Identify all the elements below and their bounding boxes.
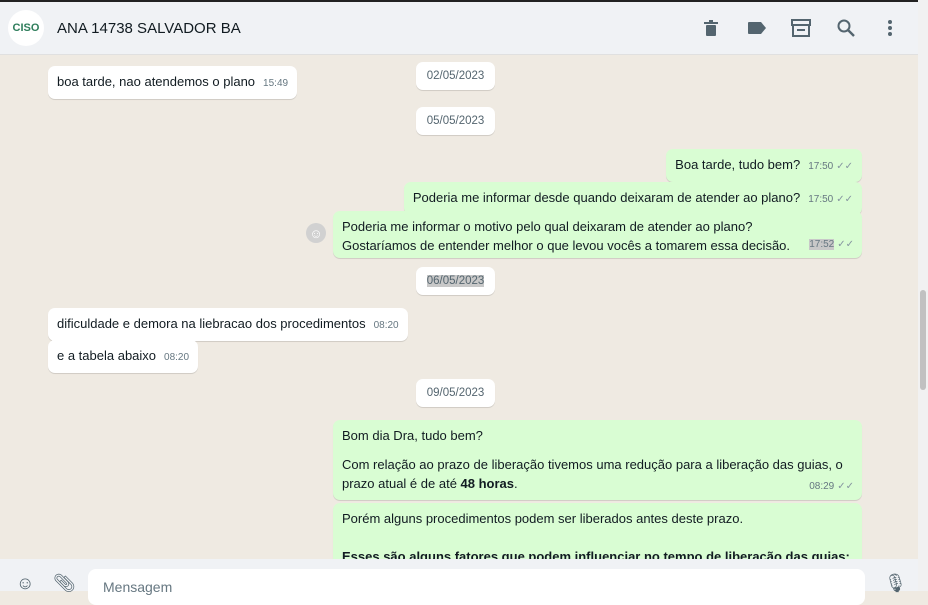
date-separator: 09/05/2023 [416,379,495,407]
message-outgoing: Poderia me informar o motivo pelo qual d… [333,211,862,258]
message-incoming: dificuldade e demora na liebracao dos pr… [48,308,408,341]
double-check-icon: ✓✓ [837,239,854,250]
double-check-icon: ✓✓ [836,194,853,205]
message-list: boa tarde, nao atendemos o plano 15:49 02… [0,55,918,559]
avatar[interactable]: CISO [8,10,44,46]
message-outgoing: Boa tarde, tudo bem? 17:50 ✓✓ [666,149,862,182]
double-check-icon: ✓✓ [836,161,853,172]
message-incoming: e a tabela abaixo 08:20 [48,340,199,373]
date-separator: 02/05/2023 [416,62,495,90]
date-separator: 06/05/2023 [416,267,495,295]
menu-icon[interactable] [880,18,900,38]
scrollbar-thumb[interactable] [920,290,926,390]
message-incoming: boa tarde, nao atendemos o plano 15:49 [48,66,298,99]
message-outgoing: Porém alguns procedimentos podem ser lib… [333,503,862,559]
message-input[interactable]: Mensagem [88,569,865,605]
contact-name[interactable]: ANA 14738 SALVADOR BA [57,20,241,37]
date-separator: 05/05/2023 [416,107,495,135]
emoji-reaction-icon[interactable]: ☺ [306,223,326,243]
label-icon[interactable] [747,18,767,38]
double-check-icon: ✓✓ [837,481,854,492]
search-icon[interactable] [836,18,856,38]
chat-header: CISO ANA 14738 SALVADOR BA [0,0,918,55]
store-icon[interactable] [791,18,811,38]
composer: ☺ 📎︎ Mensagem 🎙︎ [0,559,918,605]
message-outgoing: Bom dia Dra, tudo bem? Com relação ao pr… [333,420,862,500]
trash-icon[interactable] [701,18,721,38]
